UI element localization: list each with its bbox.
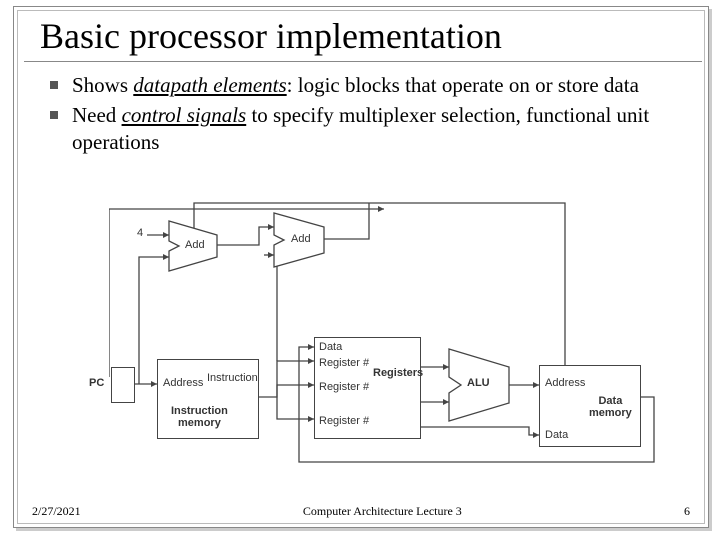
dmem-title: Data memory — [589, 395, 632, 419]
bullet-text: Shows — [72, 73, 133, 97]
footer-date: 2/27/2021 — [32, 504, 81, 519]
registers-title: Registers — [373, 367, 423, 379]
bullet-item: Shows datapath elements: logic blocks th… — [50, 72, 688, 98]
bullet-list: Shows datapath elements: logic blocks th… — [14, 62, 708, 155]
footer-center: Computer Architecture Lecture 3 — [81, 504, 684, 519]
bullet-em: datapath elements — [133, 73, 286, 97]
slide-frame: Basic processor implementation Shows dat… — [13, 6, 709, 528]
bullet-text: Need — [72, 103, 122, 127]
bullet-em: control signals — [122, 103, 247, 127]
imem-instruction: Instruction — [207, 372, 258, 384]
const-four: 4 — [137, 227, 143, 239]
reg-port1: Register # — [319, 357, 369, 369]
dmem-data: Data — [545, 429, 568, 441]
add2-label: Add — [291, 233, 311, 245]
bullet-text: : logic blocks that operate on or store … — [287, 73, 639, 97]
alu-label: ALU — [467, 377, 490, 389]
add1-label: Add — [185, 239, 205, 251]
slide-footer: 2/27/2021 Computer Architecture Lecture … — [32, 504, 690, 519]
bullet-icon — [50, 81, 58, 89]
slide-title: Basic processor implementation — [24, 7, 702, 62]
pc-label: PC — [89, 377, 104, 389]
footer-page: 6 — [684, 504, 690, 519]
reg-data: Data — [319, 341, 342, 353]
imem-address: Address — [163, 377, 203, 389]
bullet-item: Need control signals to specify multiple… — [50, 102, 688, 155]
reg-port2: Register # — [319, 381, 369, 393]
imem-title: Instruction memory — [171, 405, 228, 429]
reg-port3: Register # — [319, 415, 369, 427]
datapath-diagram: PC 4 Add Add Address Instruction Instruc… — [109, 197, 669, 477]
pc-block — [111, 367, 135, 403]
dmem-address: Address — [545, 377, 585, 389]
bullet-icon — [50, 111, 58, 119]
